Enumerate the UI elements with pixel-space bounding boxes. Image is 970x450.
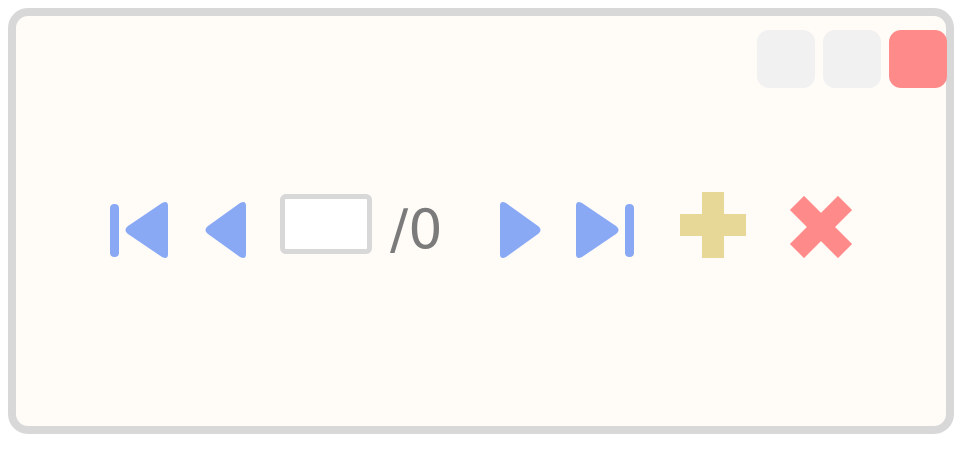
first-page-button[interactable] [108,201,174,261]
previous-page-icon [205,202,246,258]
page-total-label: /0 [390,198,443,261]
last-page-button[interactable] [570,201,636,261]
first-page-icon [110,202,168,258]
page-number-input[interactable] [280,194,372,254]
next-page-icon [500,202,541,258]
last-page-icon [576,202,634,258]
next-page-button[interactable] [494,201,544,261]
previous-page-button[interactable] [202,201,252,261]
close-window-button[interactable] [889,30,947,88]
plus-icon [680,192,746,258]
remove-button[interactable] [786,194,856,260]
app-window: /0 [8,8,954,434]
maximize-button[interactable] [823,30,881,88]
x-icon [789,195,853,259]
minimize-button[interactable] [757,30,815,88]
add-button[interactable] [678,190,748,260]
